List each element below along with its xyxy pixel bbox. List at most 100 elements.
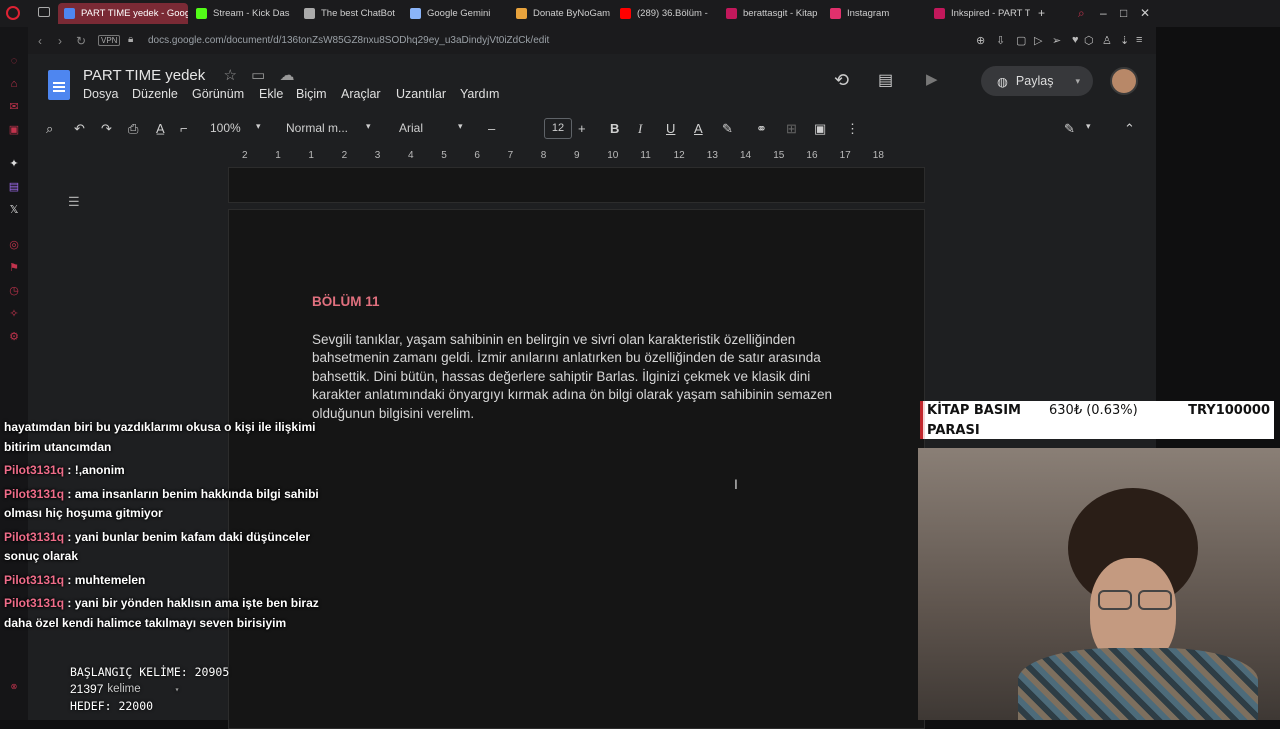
maximize-button[interactable]: □: [1120, 6, 1127, 20]
back-icon[interactable]: ‹: [38, 34, 42, 48]
meet-icon[interactable]: ▶: [926, 70, 938, 88]
forward-icon[interactable]: ›: [58, 34, 62, 48]
move-folder-icon[interactable]: ▭: [251, 67, 265, 84]
browser-tab[interactable]: berattasgit - Kitap: [726, 3, 826, 24]
menu-item[interactable]: Biçim: [296, 87, 327, 101]
pin-icon[interactable]: ⇩: [996, 34, 1005, 47]
menu-item[interactable]: Ekle: [259, 87, 283, 101]
ruler[interactable]: 2 1 1 2 3 4 5 6 7 8 9 10 11 12 13 14 15 16 17 18: [228, 150, 928, 164]
new-tab-button[interactable]: +: [1038, 6, 1045, 20]
avatar[interactable]: [1110, 67, 1138, 95]
document-title[interactable]: PART TIME yedek ☆ ▭ ☁: [83, 66, 294, 84]
browser-tab[interactable]: Google Gemini: [410, 3, 510, 24]
highlight-icon[interactable]: ✎: [722, 121, 733, 137]
link-icon[interactable]: ⚭: [756, 121, 767, 137]
messenger-icon[interactable]: ✉: [8, 101, 20, 113]
editing-mode-icon[interactable]: ✎: [1064, 121, 1075, 137]
player-sidebar-icon[interactable]: ◎: [8, 239, 20, 251]
share-button[interactable]: ◍ Paylaş ▾: [981, 66, 1093, 96]
browser-tab[interactable]: The best ChatBot: [304, 3, 404, 24]
more-options-icon[interactable]: ⋮: [846, 121, 859, 137]
mail-icon[interactable]: ▣: [8, 124, 20, 136]
menu-item[interactable]: Düzenle: [132, 87, 178, 101]
chapter-heading[interactable]: BÖLÜM 11: [312, 294, 380, 309]
paint-format-icon[interactable]: ⌐: [180, 121, 188, 136]
page-current[interactable]: [228, 209, 925, 729]
chat-message: Pilot3131q : ama insanların benim hakkın…: [0, 485, 330, 524]
extensions-icon[interactable]: ⬡: [1084, 34, 1094, 47]
current-word-count: 21397 kelime ▾: [70, 681, 300, 698]
shop-icon[interactable]: ⌂: [8, 78, 20, 90]
decrease-font-icon[interactable]: –: [488, 121, 495, 136]
style-chevron-icon[interactable]: ▾: [366, 121, 371, 132]
menu-item[interactable]: Uzantılar: [396, 87, 446, 101]
bookmark-icon[interactable]: ⚑: [8, 262, 20, 274]
history-icon[interactable]: ◷: [8, 285, 20, 297]
version-history-icon[interactable]: ⟲: [834, 70, 849, 91]
menu-item[interactable]: Dosya: [83, 87, 118, 101]
underline-icon[interactable]: U: [666, 121, 675, 136]
increase-font-icon[interactable]: +: [578, 121, 586, 136]
settings-icon[interactable]: ⚙: [8, 331, 20, 343]
extensions-sidebar-icon[interactable]: ✧: [8, 308, 20, 320]
player-icon[interactable]: ▷: [1034, 34, 1042, 47]
document-title-text[interactable]: PART TIME yedek: [83, 67, 205, 84]
browser-tab[interactable]: Donate ByNoGam: [516, 3, 616, 24]
download-icon[interactable]: ⇣: [1120, 34, 1129, 47]
vpn-badge[interactable]: VPN: [98, 35, 121, 46]
browser-tab[interactable]: Inkspired - PART T: [934, 3, 1030, 24]
font-select[interactable]: Arial: [399, 121, 423, 135]
redo-icon[interactable]: ↷: [101, 121, 112, 137]
menu-item[interactable]: Yardım: [460, 87, 499, 101]
zoom-select[interactable]: 100%: [210, 121, 241, 135]
style-select[interactable]: Normal m...: [286, 121, 348, 135]
kick-icon[interactable]: ✦: [8, 158, 20, 170]
url-field[interactable]: docs.google.com/document/d/136tonZsW85GZ…: [148, 35, 549, 46]
browser-tab[interactable]: PART TIME yedek - Goog: [58, 3, 188, 24]
heart-icon[interactable]: ♥: [1072, 34, 1079, 46]
spellcheck-icon[interactable]: A̲: [156, 121, 165, 136]
insert-image-icon[interactable]: ▣: [814, 121, 826, 137]
tab-menu-icon[interactable]: [38, 7, 50, 17]
reload-icon[interactable]: ↻: [76, 34, 86, 48]
twitch-icon[interactable]: ▤: [8, 181, 20, 193]
browser-tab[interactable]: Stream - Kick Das: [196, 3, 296, 24]
browser-tab[interactable]: Instagram: [830, 3, 926, 24]
print-icon[interactable]: ⎙: [128, 121, 138, 137]
browser-tab[interactable]: (289) 36.Bölüm -: [620, 3, 720, 24]
menu-item[interactable]: Görünüm: [192, 87, 244, 101]
editing-mode-chevron-icon[interactable]: ▾: [1086, 121, 1091, 132]
outline-icon[interactable]: ☰: [68, 194, 80, 210]
bold-icon[interactable]: B: [610, 121, 619, 136]
add-comment-icon[interactable]: ⊞: [786, 121, 797, 137]
zoom-chevron-icon[interactable]: ▾: [256, 121, 261, 132]
minimize-button[interactable]: –: [1100, 6, 1107, 20]
star-icon[interactable]: ☆: [223, 67, 236, 84]
send-icon[interactable]: ➢: [1052, 34, 1061, 47]
word-count-chevron-icon[interactable]: ▾: [175, 681, 180, 698]
search-menus-icon[interactable]: ⌕: [46, 121, 53, 137]
account-icon[interactable]: ♙: [1102, 34, 1112, 47]
font-size-field[interactable]: 12: [544, 118, 572, 139]
ruler-number: 15: [773, 150, 785, 161]
aria-icon[interactable]: ◌: [8, 55, 20, 67]
body-paragraph[interactable]: Sevgili tanıklar, yaşam sahibinin en bel…: [312, 331, 832, 423]
docs-logo-icon[interactable]: [48, 70, 70, 100]
font-chevron-icon[interactable]: ▾: [458, 121, 463, 132]
opera-logo-icon[interactable]: [6, 6, 20, 20]
italic-icon[interactable]: I: [638, 121, 642, 137]
close-window-button[interactable]: ✕: [1140, 6, 1150, 20]
lock-icon[interactable]: 🔒︎: [128, 34, 133, 45]
zoom-icon[interactable]: ⊕: [976, 34, 985, 47]
undo-icon[interactable]: ↶: [74, 121, 85, 137]
collapse-menus-icon[interactable]: ⌃: [1124, 121, 1135, 137]
search-tabs-icon[interactable]: ⌕: [1078, 6, 1085, 21]
menu-icon[interactable]: ≡: [1136, 34, 1142, 46]
menu-item[interactable]: Araçlar: [341, 87, 381, 101]
sidebar-more-icon[interactable]: ⊗: [8, 681, 20, 693]
text-color-icon[interactable]: A: [694, 121, 703, 136]
cloud-status-icon[interactable]: ☁: [279, 67, 294, 84]
snapshot-icon[interactable]: ▢: [1016, 34, 1026, 47]
comments-icon[interactable]: ▤: [878, 70, 893, 90]
x-icon[interactable]: 𝕏: [8, 204, 20, 216]
